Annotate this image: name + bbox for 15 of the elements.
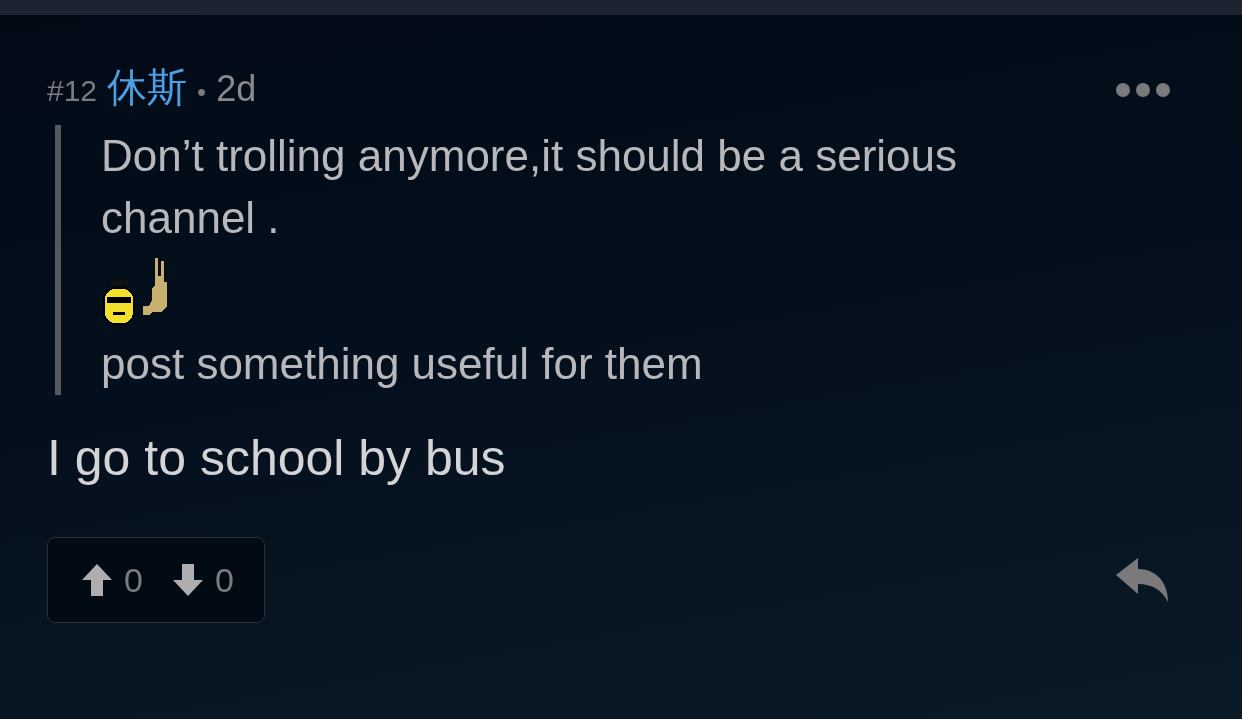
- post-body: I go to school by bus: [47, 429, 507, 488]
- down-arrow-icon: [172, 564, 203, 596]
- downvote-button[interactable]: 0: [172, 560, 234, 600]
- post-age: 2d: [216, 67, 257, 110]
- quote-text: post something useful for them: [101, 338, 704, 390]
- upvote-button[interactable]: 0: [82, 560, 143, 600]
- more-icon[interactable]: [1116, 82, 1170, 98]
- author-name[interactable]: 休斯: [107, 59, 188, 115]
- quote-text: Don’t trolling anymore,it should be a serious channel .: [101, 130, 958, 244]
- upvote-count: 0: [124, 560, 143, 600]
- downvote-count: 0: [214, 560, 234, 600]
- separator-dot: •: [197, 76, 207, 108]
- up-arrow-icon: [82, 564, 112, 596]
- post-number: #12: [47, 73, 98, 108]
- reply-icon[interactable]: [1116, 558, 1170, 602]
